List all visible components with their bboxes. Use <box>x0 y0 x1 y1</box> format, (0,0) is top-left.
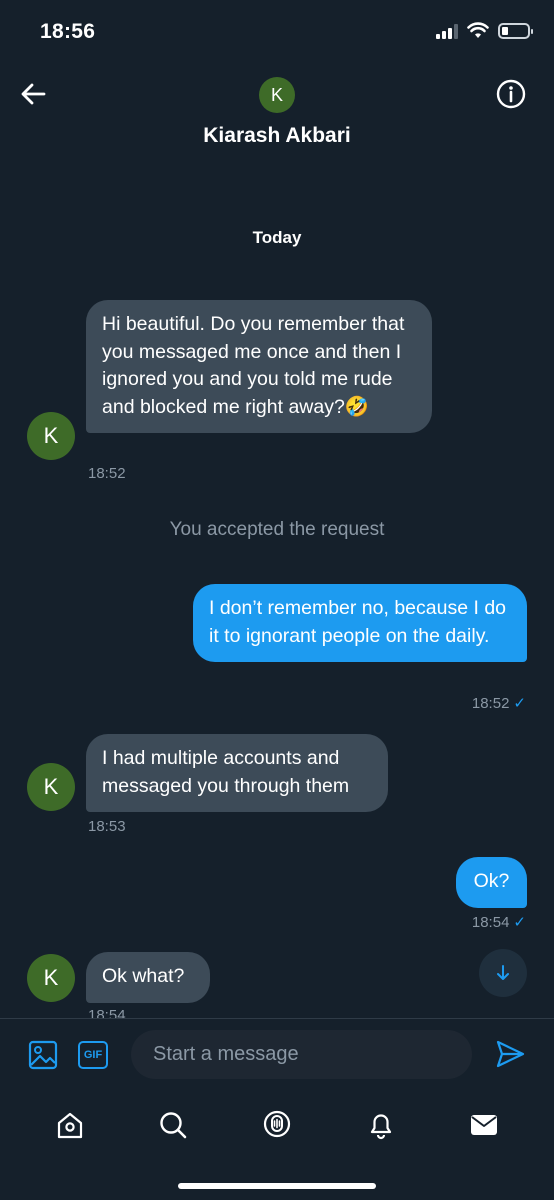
scroll-to-bottom-button[interactable] <box>479 949 527 997</box>
conversation-title[interactable]: Kiarash Akbari <box>0 124 554 148</box>
signal-icon <box>436 23 458 39</box>
message-bubble-outgoing[interactable]: Ok? <box>456 857 527 908</box>
system-message: You accepted the request <box>169 519 385 540</box>
home-indicator <box>178 1183 376 1189</box>
read-check-icon: ✓ <box>513 914 526 931</box>
nav-messages[interactable] <box>456 1097 512 1153</box>
message-timestamp: 18:52 <box>88 465 126 482</box>
nav-home[interactable] <box>42 1097 98 1153</box>
home-icon <box>57 1112 82 1139</box>
message-timestamp-row: 18:52 ✓ <box>472 694 526 712</box>
nav-search[interactable] <box>145 1097 201 1153</box>
send-icon[interactable] <box>494 1038 526 1070</box>
arrow-down-icon <box>497 965 509 980</box>
image-icon[interactable] <box>28 1040 58 1070</box>
notifications-icon <box>370 1114 391 1140</box>
nav-notifications[interactable] <box>353 1097 409 1153</box>
message-bubble-incoming[interactable]: Ok what? <box>86 952 210 1003</box>
nav-spaces[interactable] <box>249 1097 305 1153</box>
search-icon <box>160 1112 187 1139</box>
battery-icon <box>498 22 533 39</box>
message-timestamp-row: 18:54 ✓ <box>472 913 526 931</box>
message-timestamp: 18:54 <box>471 914 510 931</box>
contact-avatar[interactable]: K <box>27 763 75 811</box>
contact-avatar[interactable]: K <box>27 954 75 1002</box>
gif-icon[interactable]: GIF <box>78 1041 108 1069</box>
status-icons <box>436 22 533 39</box>
back-arrow-icon[interactable] <box>18 78 50 110</box>
wifi-icon <box>467 22 489 38</box>
info-icon[interactable] <box>496 79 526 109</box>
message-bubble-outgoing[interactable]: I don’t remember no, because I do it to … <box>193 584 527 663</box>
messages-icon <box>471 1115 498 1135</box>
bottom-nav <box>0 1090 554 1160</box>
date-separator: Today <box>252 228 302 247</box>
message-timestamp: 18:53 <box>88 818 126 835</box>
status-time: 18:56 <box>40 20 96 43</box>
spaces-icon <box>263 1110 291 1138</box>
message-input[interactable] <box>131 1030 472 1079</box>
message-timestamp: 18:52 <box>471 695 510 712</box>
contact-avatar[interactable]: K <box>27 412 75 460</box>
header-avatar[interactable]: K <box>259 77 295 113</box>
read-check-icon: ✓ <box>513 695 526 712</box>
composer-divider <box>0 1018 554 1019</box>
message-bubble-incoming[interactable]: Hi beautiful. Do you remember that you m… <box>86 300 432 434</box>
message-bubble-incoming[interactable]: I had multiple accounts and messaged you… <box>86 734 388 813</box>
